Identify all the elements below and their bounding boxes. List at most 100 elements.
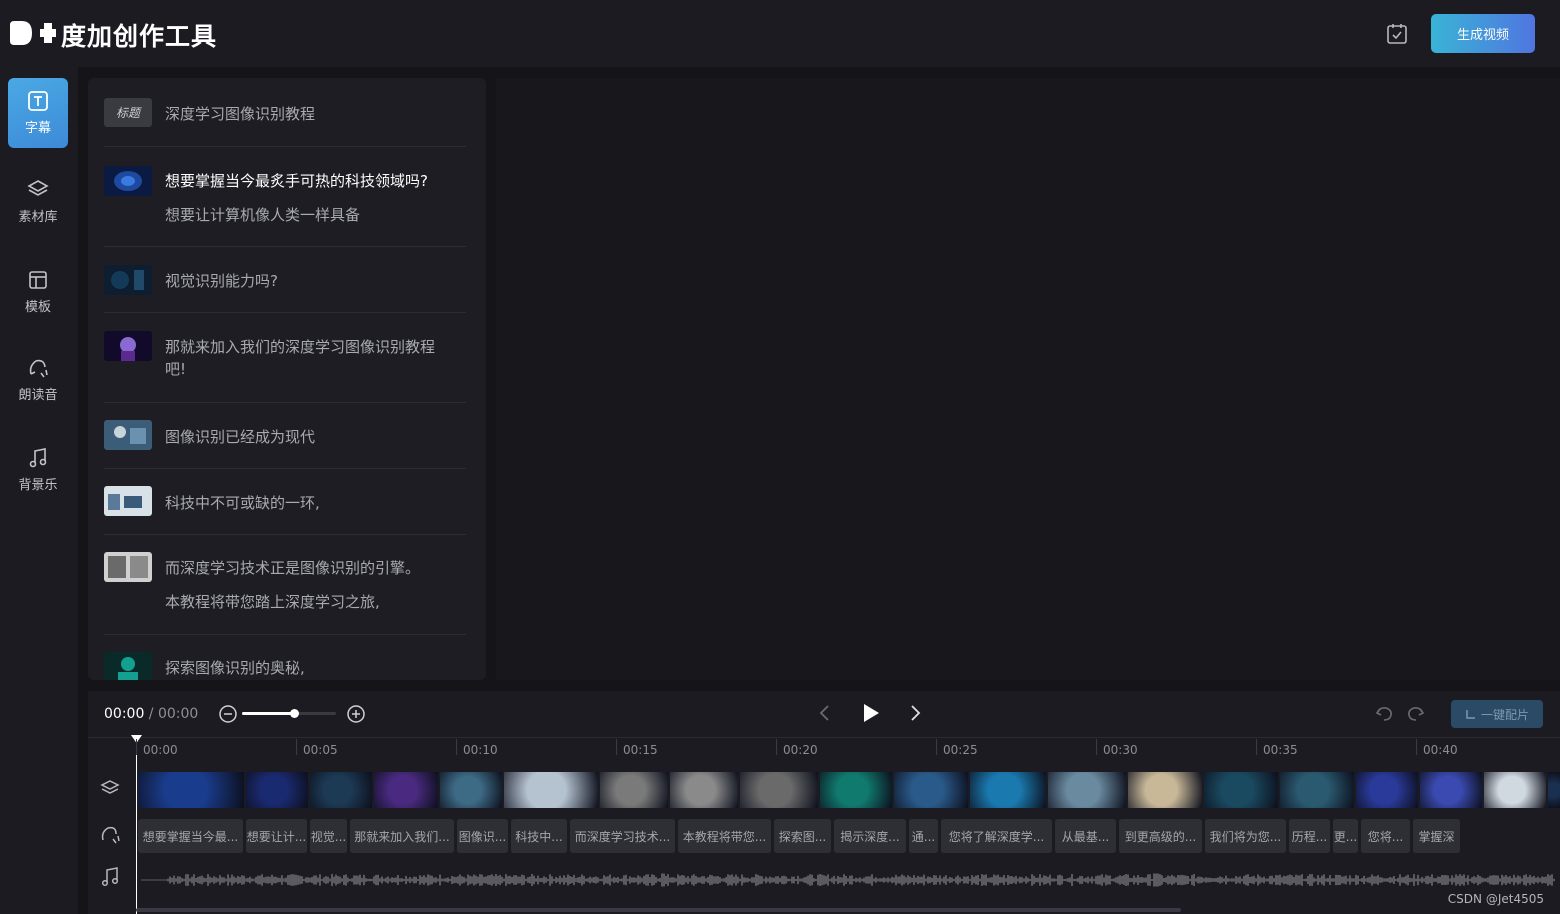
video-clip[interactable] [1548, 772, 1560, 808]
play-icon[interactable] [860, 702, 882, 724]
next-icon[interactable] [906, 703, 924, 723]
checklist-icon [1387, 24, 1407, 44]
video-clip[interactable] [740, 772, 818, 808]
nav-label: 朗读音 [18, 388, 58, 403]
nav-item-library[interactable]: 素材库 [8, 167, 68, 237]
script-line[interactable]: 图像识别已经成为现代 [165, 426, 315, 448]
video-clip[interactable] [670, 772, 738, 808]
script-row[interactable]: 探索图像识别的奥秘, [104, 634, 466, 680]
zoom-slider-handle[interactable] [289, 709, 299, 718]
subtitle-clip[interactable]: 想要让计... [246, 819, 307, 853]
video-clip[interactable] [246, 772, 308, 808]
script-row[interactable]: 想要掌握当今最炙手可热的科技领域吗? 想要让计算机像人类一样具备 [104, 146, 466, 247]
logo-icon [10, 21, 56, 45]
ruler-tick [1416, 739, 1417, 755]
script-line[interactable]: 想要掌握当今最炙手可热的科技领域吗? [165, 170, 428, 192]
script-line[interactable]: 科技中不可或缺的一环, [165, 492, 320, 514]
subtitle-clip[interactable]: 更... [1333, 819, 1358, 853]
ruler-tick [136, 739, 137, 755]
subtitle-clip[interactable]: 想要掌握当今最... [138, 819, 243, 853]
video-clip[interactable] [374, 772, 438, 808]
video-preview[interactable] [496, 78, 1560, 680]
script-row[interactable]: 图像识别已经成为现代 [104, 402, 466, 469]
subtitle-clip[interactable]: 图像识... [457, 819, 508, 853]
script-line[interactable]: 视觉识别能力吗? [165, 270, 278, 292]
script-line[interactable]: 本教程将带您踏上深度学习之旅, [165, 591, 380, 613]
video-clip[interactable] [1484, 772, 1546, 808]
timeline-panel: 00:00 / 00:00 一键配片 00:00 00:05 00:10 00:… [88, 691, 1560, 914]
script-line[interactable]: 那就来加入我们的深度学习图像识别教程 [165, 336, 435, 358]
ruler-tick-label: 00:15 [623, 743, 658, 757]
video-clip[interactable] [310, 772, 372, 808]
video-clip[interactable] [1048, 772, 1126, 808]
subtitle-clip[interactable]: 探索图... [774, 819, 831, 853]
zoom-in-icon[interactable] [346, 704, 366, 724]
script-line[interactable]: 而深度学习技术正是图像识别的引擎。 [165, 557, 420, 579]
checklist-button[interactable] [1385, 22, 1409, 46]
voice-track-icon [101, 826, 120, 844]
subtitle-clip[interactable]: 您将了解深度学... [941, 819, 1052, 853]
subtitle-clip[interactable]: 我们将为您... [1205, 819, 1286, 853]
video-clip[interactable] [440, 772, 502, 808]
redo-icon[interactable] [1406, 703, 1426, 723]
playhead[interactable] [136, 737, 137, 914]
subtitle-clip[interactable]: 视觉... [310, 819, 347, 853]
nav-item-voice[interactable]: 朗读音 [8, 345, 68, 415]
nav-item-templates[interactable]: 模板 [8, 257, 68, 327]
subtitle-clip[interactable]: 本教程将带您... [678, 819, 771, 853]
video-clip[interactable] [1356, 772, 1418, 808]
subtitle-clip[interactable]: 科技中... [511, 819, 567, 853]
video-track-icon [100, 780, 120, 794]
script-row[interactable]: 那就来加入我们的深度学习图像识别教程 吧! [104, 312, 466, 403]
video-clip[interactable] [138, 772, 244, 808]
subtitle-clip[interactable]: 那就来加入我们... [350, 819, 454, 853]
video-clip[interactable] [1280, 772, 1354, 808]
video-clip[interactable] [1420, 772, 1482, 808]
script-panel: 标题 深度学习图像识别教程 想要掌握当今最炙手可热的科技领域吗? 想要让计算机像… [88, 78, 486, 680]
script-row[interactable]: 科技中不可或缺的一环, [104, 468, 466, 535]
video-clip[interactable] [600, 772, 668, 808]
music-icon [29, 448, 47, 468]
magic-icon [1466, 710, 1475, 719]
nav-item-subtitles[interactable]: 字幕 [8, 78, 68, 148]
subtitle-clip[interactable]: 您将... [1361, 819, 1410, 853]
video-clip[interactable] [504, 772, 598, 808]
script-line[interactable]: 探索图像识别的奥秘, [165, 657, 305, 679]
top-bar [0, 0, 1560, 67]
script-row[interactable]: 视觉识别能力吗? [104, 246, 466, 313]
subtitle-clip[interactable]: 历程... [1289, 819, 1330, 853]
ruler-tick-label: 00:10 [463, 743, 498, 757]
nav-item-bgm[interactable]: 背景乐 [8, 435, 68, 505]
timeline-scrollbar[interactable] [136, 908, 1181, 912]
subtitle-clip[interactable]: 从最基... [1055, 819, 1116, 853]
video-clip[interactable] [1128, 772, 1202, 808]
ruler-tick [456, 739, 457, 755]
generate-video-button[interactable]: 生成视频 [1431, 14, 1535, 53]
subtitle-clip[interactable]: 而深度学习技术... [570, 819, 675, 853]
zoom-slider[interactable] [242, 709, 336, 718]
ruler-tick [936, 739, 937, 755]
title-text[interactable]: 深度学习图像识别教程 [165, 103, 315, 125]
ruler-tick-label: 00:35 [1263, 743, 1298, 757]
undo-icon[interactable] [1374, 703, 1394, 723]
script-line[interactable]: 吧! [165, 358, 186, 380]
video-clip[interactable] [1204, 772, 1278, 808]
subtitle-clip[interactable]: 掌握深 [1413, 819, 1460, 853]
video-clip[interactable] [820, 772, 892, 808]
music-track-icon [101, 867, 119, 887]
clip-thumbnail [104, 486, 152, 516]
script-line[interactable]: 想要让计算机像人类一样具备 [165, 204, 360, 226]
subtitle-clip[interactable]: 到更高级的... [1119, 819, 1202, 853]
subtitle-clip[interactable]: 揭示深度... [834, 819, 906, 853]
prev-icon[interactable] [816, 703, 834, 723]
auto-match-button[interactable]: 一键配片 [1451, 700, 1543, 728]
title-row[interactable]: 标题 深度学习图像识别教程 [104, 78, 466, 147]
script-row[interactable]: 而深度学习技术正是图像识别的引擎。 本教程将带您踏上深度学习之旅, [104, 534, 466, 635]
ruler-tick [776, 739, 777, 755]
video-clip[interactable] [970, 772, 1046, 808]
subtitle-clip[interactable]: 通... [909, 819, 938, 853]
video-clip[interactable] [894, 772, 968, 808]
zoom-out-icon[interactable] [218, 704, 238, 724]
nav-label: 字幕 [24, 121, 51, 136]
audio-waveform[interactable] [138, 865, 1558, 895]
